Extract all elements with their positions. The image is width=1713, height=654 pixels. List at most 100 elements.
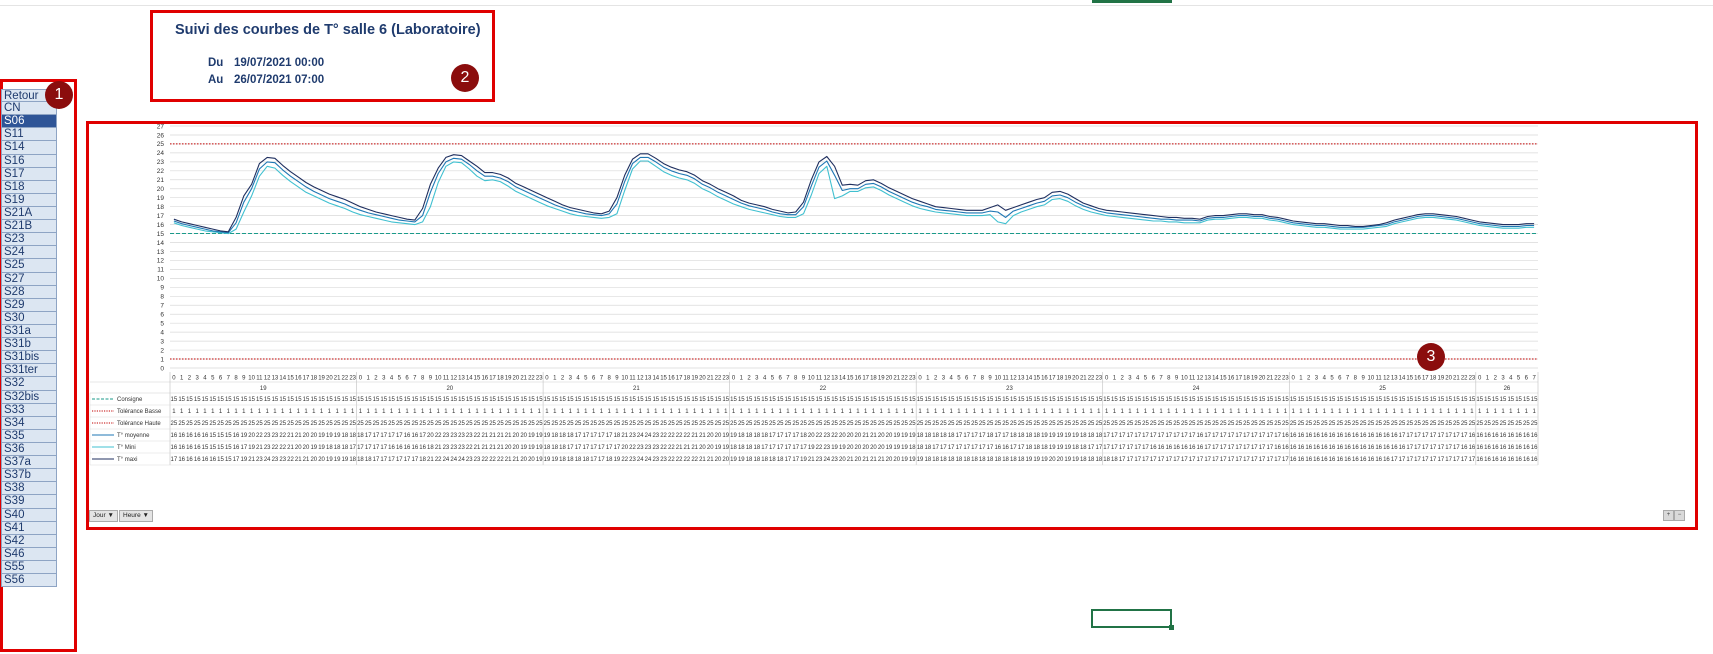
- table-cell: 19: [1026, 457, 1033, 463]
- hour-label: 17: [1049, 376, 1056, 382]
- hour-label: 23: [349, 376, 356, 382]
- table-cell: 1: [1315, 409, 1319, 415]
- table-cell: 17: [1127, 445, 1134, 451]
- table-cell: 18: [730, 445, 737, 451]
- table-cell: 18: [342, 433, 349, 439]
- table-cell: 20: [310, 457, 317, 463]
- table-cell: 19: [248, 445, 255, 451]
- hour-label: 8: [794, 376, 798, 382]
- table-cell: 25: [917, 421, 924, 427]
- table-cell: 15: [1507, 397, 1514, 403]
- table-cell: 17: [1010, 445, 1017, 451]
- table-cell: 25: [1134, 421, 1141, 427]
- table-cell: 1: [670, 409, 674, 415]
- table-cell: 17: [800, 445, 807, 451]
- table-cell: 18: [544, 445, 551, 451]
- table-cell: 1: [662, 409, 666, 415]
- zoom-in-button[interactable]: +: [1663, 510, 1674, 521]
- table-cell: 23: [466, 457, 473, 463]
- hour-label: 6: [1152, 376, 1156, 382]
- table-cell: 15: [1298, 397, 1305, 403]
- table-cell: 17: [1430, 457, 1437, 463]
- table-cell: 17: [1165, 457, 1172, 463]
- table-cell: 1: [382, 409, 386, 415]
- table-cell: 21: [427, 457, 434, 463]
- table-cell: 25: [979, 421, 986, 427]
- table-cell: 25: [901, 421, 908, 427]
- table-cell: 1: [1268, 409, 1272, 415]
- table-cell: 15: [621, 397, 628, 403]
- table-cell: 15: [917, 397, 924, 403]
- hour-label: 2: [561, 376, 565, 382]
- table-cell: 21: [808, 457, 815, 463]
- table-cell: 25: [1360, 421, 1367, 427]
- table-cell: 25: [1018, 421, 1025, 427]
- hour-label: 4: [763, 376, 767, 382]
- hour-filter-button[interactable]: Heure ▼: [119, 510, 153, 522]
- table-cell: 17: [1111, 445, 1118, 451]
- table-cell: 15: [932, 397, 939, 403]
- table-cell: 25: [1072, 421, 1079, 427]
- hour-label: 21: [1266, 376, 1273, 382]
- zoom-out-button[interactable]: −: [1674, 510, 1685, 521]
- table-cell: 1: [506, 409, 510, 415]
- table-cell: 17: [567, 445, 574, 451]
- table-cell: 1: [413, 409, 417, 415]
- table-cell: 15: [855, 397, 862, 403]
- table-cell: 15: [194, 397, 201, 403]
- table-cell: 16: [1469, 445, 1476, 451]
- table-cell: 16: [186, 433, 193, 439]
- day-label: 20: [446, 386, 453, 392]
- table-cell: 1: [1035, 409, 1039, 415]
- table-cell: 15: [963, 397, 970, 403]
- table-cell: 18: [761, 433, 768, 439]
- table-cell: 21: [513, 457, 520, 463]
- hour-label: 19: [1437, 376, 1444, 382]
- table-cell: 21: [295, 457, 302, 463]
- table-cell: 25: [1476, 421, 1483, 427]
- hour-label: 6: [1525, 376, 1529, 382]
- table-cell: 22: [629, 445, 636, 451]
- table-cell: 15: [590, 397, 597, 403]
- table-cell: 23: [264, 433, 271, 439]
- table-cell: 18: [963, 457, 970, 463]
- y-tick-label: 9: [160, 285, 164, 292]
- table-cell: 1: [242, 409, 246, 415]
- day-filter-button[interactable]: Jour ▼: [89, 510, 118, 522]
- table-cell: 25: [1266, 421, 1273, 427]
- table-cell: 24: [443, 457, 450, 463]
- table-cell: 1: [1408, 409, 1412, 415]
- table-cell: 1: [374, 409, 378, 415]
- table-cell: 1: [188, 409, 192, 415]
- table-cell: 25: [722, 421, 729, 427]
- table-cell: 16: [1321, 433, 1328, 439]
- table-cell: 1: [538, 409, 542, 415]
- table-cell: 18: [753, 457, 760, 463]
- table-cell: 17: [1103, 433, 1110, 439]
- table-cell: 22: [489, 457, 496, 463]
- table-cell: 25: [1220, 421, 1227, 427]
- table-cell: 22: [684, 433, 691, 439]
- table-cell: 20: [621, 445, 628, 451]
- table-cell: 21: [699, 457, 706, 463]
- y-tick-label: 4: [160, 329, 164, 336]
- table-cell: 15: [326, 397, 333, 403]
- table-cell: 1: [1245, 409, 1249, 415]
- table-cell: 25: [1119, 421, 1126, 427]
- active-cell-cursor[interactable]: [1091, 609, 1174, 630]
- table-cell: 25: [684, 421, 691, 427]
- table-cell: 25: [940, 421, 947, 427]
- hour-label: 0: [172, 376, 176, 382]
- table-cell: 17: [365, 445, 372, 451]
- table-cell: 25: [1228, 421, 1235, 427]
- table-cell: 17: [1445, 445, 1452, 451]
- table-cell: 1: [1253, 409, 1257, 415]
- table-cell: 24: [458, 457, 465, 463]
- hour-label: 11: [629, 376, 636, 382]
- table-cell: 25: [590, 421, 597, 427]
- table-cell: 17: [349, 445, 356, 451]
- hour-label: 5: [771, 376, 775, 382]
- table-cell: 25: [419, 421, 426, 427]
- table-cell: 1: [250, 409, 254, 415]
- table-cell: 18: [1095, 457, 1102, 463]
